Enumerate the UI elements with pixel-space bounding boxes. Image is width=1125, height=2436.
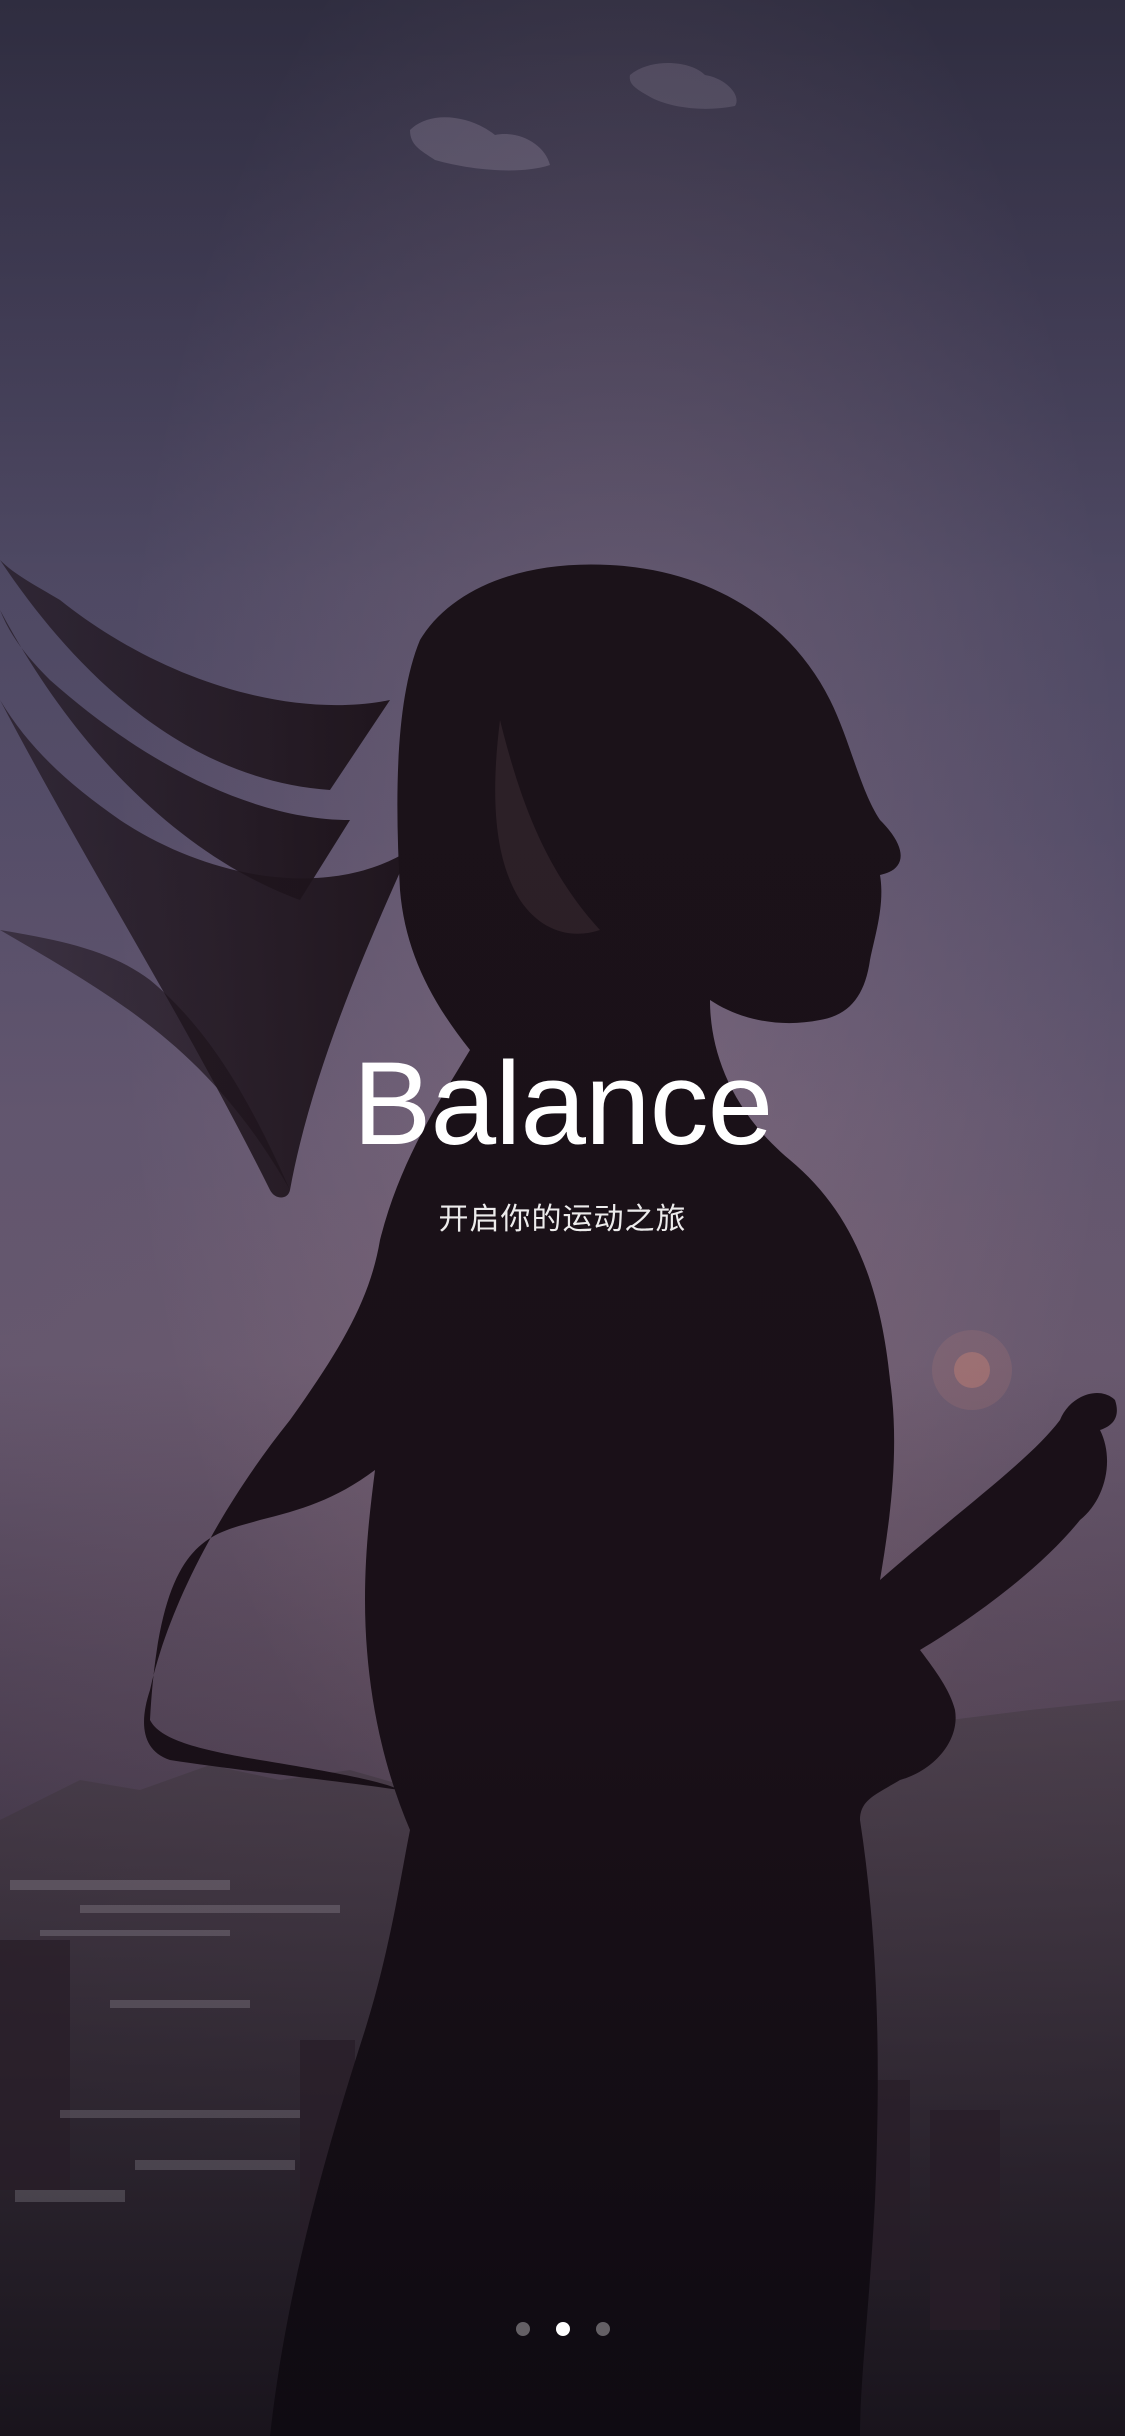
app-tagline: 开启你的运动之旅 [438, 1203, 687, 1236]
city-buildings [0, 1940, 1000, 2330]
page-dot-1[interactable] [515, 2322, 530, 2336]
city-lights [10, 1880, 340, 2202]
onboarding-screen: Balance 开启你的运动之旅 [0, 0, 1125, 2436]
cloud-right [629, 62, 737, 109]
runner-silhouette [144, 564, 1117, 2436]
lens-flare [954, 1352, 990, 1388]
page-dot-3[interactable] [595, 2322, 610, 2336]
rim-light [495, 720, 600, 934]
app-title: Balance [352, 1038, 773, 1170]
page-indicator [0, 2321, 1125, 2337]
cloud-left [410, 117, 550, 171]
page-dot-2[interactable] [555, 2322, 570, 2336]
